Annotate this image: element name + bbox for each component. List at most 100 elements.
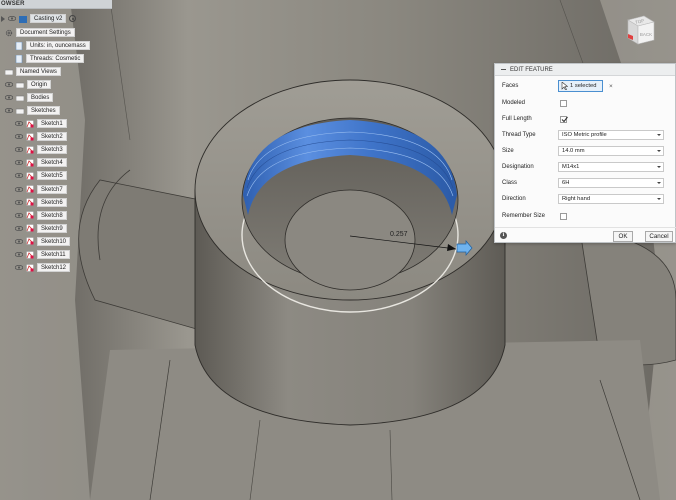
chevron-down-icon bbox=[657, 134, 661, 136]
browser-item-threads[interactable]: Threads: Cosmetic bbox=[15, 53, 85, 64]
browser-item-sketch[interactable]: Sketch10 bbox=[15, 236, 71, 247]
visibility-eye-icon[interactable] bbox=[15, 160, 23, 166]
view-cube[interactable]: TOP BACK bbox=[620, 10, 660, 50]
dialog-footer: i OK Cancel bbox=[495, 227, 676, 244]
visibility-eye-icon[interactable] bbox=[8, 16, 16, 21]
designation-select[interactable]: M14x1 bbox=[558, 162, 664, 172]
browser-item-bodies[interactable]: Bodies bbox=[5, 92, 54, 103]
faces-row: Faces 1 selected × bbox=[495, 79, 676, 93]
cursor-arrow-icon bbox=[561, 82, 568, 90]
sketch-icon bbox=[26, 224, 34, 233]
sketch-icon bbox=[26, 119, 34, 128]
thread-dimension-value[interactable]: 0.257 bbox=[390, 231, 408, 238]
document-icon bbox=[15, 41, 23, 50]
collapse-triangle-icon[interactable] bbox=[0, 15, 6, 22]
visibility-eye-icon[interactable] bbox=[5, 82, 13, 87]
browser-item-sketch[interactable]: Sketch2 bbox=[15, 131, 67, 142]
faces-selection-button[interactable]: 1 selected bbox=[558, 80, 603, 92]
document-name: Casting v2 bbox=[30, 14, 67, 23]
sketch-icon bbox=[26, 211, 34, 219]
browser-item-sketch[interactable]: Sketch9 bbox=[15, 223, 67, 234]
visibility-eye-icon[interactable] bbox=[15, 252, 23, 257]
checkmark-icon bbox=[561, 116, 568, 123]
cancel-button[interactable]: Cancel bbox=[645, 231, 673, 242]
visibility-eye-icon[interactable] bbox=[5, 95, 13, 100]
sketch-label: Sketch4 bbox=[37, 158, 67, 168]
sketch-icon bbox=[26, 263, 34, 272]
collapse-dash-icon[interactable] bbox=[501, 69, 506, 70]
sketch-icon bbox=[26, 237, 34, 246]
browser-item-document[interactable]: Casting v2 bbox=[0, 13, 77, 24]
designation-row: Designation M14x1 bbox=[495, 160, 676, 174]
browser-item-sketch[interactable]: Sketch8 bbox=[15, 210, 67, 221]
units-label: Units: in, ouncemass bbox=[26, 41, 90, 50]
threads-label: Threads: Cosmetic bbox=[26, 54, 85, 63]
full-length-label: Full Length bbox=[502, 116, 532, 122]
size-label: Size bbox=[502, 148, 514, 154]
thread-type-value: ISO Metric profile bbox=[562, 132, 607, 138]
sketch-label: Sketch7 bbox=[37, 184, 67, 194]
class-value: 6H bbox=[562, 180, 570, 186]
sketch-label: Sketch1 bbox=[37, 119, 67, 128]
full-length-checkbox[interactable] bbox=[560, 115, 568, 123]
thread-type-select[interactable]: ISO Metric profile bbox=[558, 130, 664, 140]
sketch-icon bbox=[26, 198, 34, 206]
visibility-eye-icon[interactable] bbox=[15, 265, 23, 271]
thread-type-label: Thread Type bbox=[502, 132, 536, 138]
thread-type-row: Thread Type ISO Metric profile bbox=[495, 128, 676, 142]
visibility-eye-icon[interactable] bbox=[15, 199, 23, 205]
visibility-eye-icon[interactable] bbox=[15, 147, 23, 153]
browser-item-sketch[interactable]: Sketch3 bbox=[15, 144, 67, 155]
class-select[interactable]: 6H bbox=[558, 178, 664, 188]
chevron-down-icon bbox=[657, 182, 661, 184]
remember-size-row: Remember Size bbox=[495, 209, 676, 223]
document-settings-label: Document Settings bbox=[16, 28, 75, 37]
component-icon bbox=[19, 15, 27, 23]
browser-item-sketches[interactable]: Sketches bbox=[5, 105, 60, 116]
browser-item-sketch[interactable]: Sketch4 bbox=[15, 157, 67, 168]
size-select[interactable]: 14.0 mm bbox=[558, 146, 664, 156]
browser-item-sketch[interactable]: Sketch12 bbox=[15, 262, 71, 273]
named-views-label: Named Views bbox=[16, 67, 61, 76]
visibility-eye-icon[interactable] bbox=[15, 212, 23, 218]
browser-item-sketch[interactable]: Sketch6 bbox=[15, 197, 67, 208]
info-icon[interactable]: i bbox=[500, 232, 507, 239]
dialog-header[interactable]: EDIT FEATURE bbox=[495, 64, 675, 76]
browser-item-sketch[interactable]: Sketch7 bbox=[15, 184, 67, 195]
direction-select[interactable]: Right hand bbox=[558, 194, 664, 204]
sketches-label: Sketches bbox=[27, 106, 60, 115]
visibility-eye-icon[interactable] bbox=[15, 134, 23, 140]
browser-item-sketch[interactable]: Sketch1 bbox=[15, 118, 67, 129]
visibility-eye-icon[interactable] bbox=[5, 108, 13, 113]
visibility-eye-icon[interactable] bbox=[15, 225, 23, 231]
chevron-down-icon bbox=[657, 198, 661, 200]
visibility-eye-icon[interactable] bbox=[15, 186, 23, 192]
sketch-icon bbox=[26, 132, 34, 141]
browser-item-named-views[interactable]: Named Views bbox=[4, 66, 61, 77]
remember-size-checkbox[interactable] bbox=[560, 212, 567, 220]
sketch-icon bbox=[26, 145, 34, 154]
activate-radio-icon[interactable] bbox=[69, 15, 77, 22]
ok-button[interactable]: OK bbox=[613, 231, 633, 242]
bodies-label: Bodies bbox=[27, 93, 54, 102]
designation-label: Designation bbox=[502, 164, 534, 170]
browser-item-units[interactable]: Units: in, ouncemass bbox=[15, 40, 90, 51]
visibility-eye-icon[interactable] bbox=[15, 238, 23, 244]
sketch-label: Sketch10 bbox=[37, 236, 71, 246]
browser-item-sketch[interactable]: Sketch5 bbox=[15, 170, 67, 181]
browser-item-sketch[interactable]: Sketch11 bbox=[15, 249, 70, 260]
direction-label: Direction bbox=[502, 196, 526, 202]
clear-selection-icon[interactable]: × bbox=[609, 83, 613, 90]
edit-feature-dialog: EDIT FEATURE Faces 1 selected × Modeled … bbox=[494, 63, 676, 243]
gear-icon bbox=[5, 29, 13, 37]
visibility-eye-icon[interactable] bbox=[15, 173, 23, 179]
modeled-row: Modeled bbox=[495, 96, 676, 110]
visibility-eye-icon[interactable] bbox=[15, 121, 23, 126]
folder-icon bbox=[15, 108, 25, 114]
browser-item-document-settings[interactable]: Document Settings bbox=[5, 27, 75, 38]
modeled-checkbox[interactable] bbox=[560, 99, 567, 107]
folder-icon bbox=[15, 82, 25, 88]
class-row: Class 6H bbox=[495, 176, 676, 190]
faces-label: Faces bbox=[502, 83, 519, 89]
browser-item-origin[interactable]: Origin bbox=[5, 79, 52, 90]
